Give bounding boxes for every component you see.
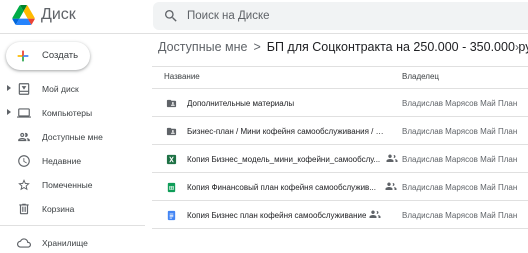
sidebar-item-storage[interactable]: Хранилище (0, 233, 145, 253)
plus-icon (17, 50, 29, 62)
sidebar-item-label: Хранилище (42, 238, 88, 248)
main-divider (152, 66, 528, 67)
expand-arrow-icon[interactable] (7, 109, 11, 115)
shared-people-icon (386, 154, 398, 162)
search-icon[interactable] (163, 8, 179, 24)
breadcrumb: Доступные мне > БП для Соцконтракта на 250… (158, 40, 528, 58)
table-row[interactable]: Копия Финансовый план кофейня самообслуж… (152, 173, 528, 201)
sidebar-item-shared-with-me[interactable]: Доступные мне (0, 127, 145, 147)
shared-with-me-icon (18, 132, 30, 142)
breadcrumb-root[interactable]: Доступные мне (158, 40, 247, 54)
file-owner: Владислав Марясов Май План (402, 155, 518, 164)
file-owner: Владислав Марясов Май План (402, 211, 518, 220)
sidebar-item-computers[interactable]: Компьютеры (0, 103, 145, 123)
clock-icon (18, 155, 30, 167)
trash-icon (19, 203, 29, 215)
file-name: Копия Бизнес план кофейня самообслуживан… (187, 211, 367, 220)
file-owner: Владислав Марясов Май План (402, 99, 518, 108)
table-row[interactable]: Бизнес-план / Мини кофейня самообслужива… (152, 117, 528, 145)
cloud-icon (17, 238, 31, 248)
google-docs-icon (167, 210, 176, 221)
shared-folder-icon (166, 127, 177, 136)
breadcrumb-separator: > (253, 40, 261, 54)
sidebar-item-recent[interactable]: Недавние (0, 151, 145, 171)
sidebar-item-starred[interactable]: Помеченные (0, 175, 145, 195)
file-name: Бизнес-план / Мини кофейня самообслужива… (187, 127, 387, 136)
create-button[interactable]: Создать (6, 42, 90, 70)
column-header-owner: Владелец (402, 72, 440, 81)
google-sheets-icon (167, 182, 176, 193)
star-icon (18, 179, 30, 191)
sidebar-item-label: Недавние (42, 156, 82, 166)
search-bar[interactable] (153, 2, 528, 30)
shared-people-icon (385, 182, 397, 190)
header-divider (0, 33, 528, 34)
sidebar-item-label: Помеченные (42, 180, 93, 190)
table-row[interactable]: Копия Бизнес план кофейня самообслуживан… (152, 201, 528, 229)
sidebar-item-label: Корзина (42, 204, 75, 214)
my-drive-icon (18, 83, 30, 95)
header: Диск (0, 0, 528, 32)
file-name: Копия Бизнес_модель_мини_кофейни_самообс… (187, 155, 381, 164)
sidebar-divider (0, 225, 145, 226)
sidebar-item-label: Компьютеры (42, 108, 93, 118)
table-row[interactable]: Дополнительные материалы Владислав Маряс… (152, 89, 528, 117)
shared-people-icon (369, 210, 381, 218)
breadcrumb-chevron-icon[interactable]: › (515, 40, 519, 54)
expand-arrow-icon[interactable] (7, 85, 11, 91)
google-drive-logo-icon[interactable] (12, 5, 35, 25)
search-input[interactable] (187, 2, 487, 30)
app-title: Диск (41, 6, 76, 23)
sidebar-item-label: Мой диск (42, 84, 79, 94)
computers-icon (17, 108, 31, 118)
sidebar-item-trash[interactable]: Корзина (0, 199, 145, 219)
sidebar-item-my-drive[interactable]: Мой диск (0, 79, 145, 99)
column-header-name[interactable]: Название (164, 72, 200, 81)
row-divider (152, 228, 528, 229)
breadcrumb-current[interactable]: БП для Соцконтракта на 250.000 - 350.000… (267, 40, 528, 54)
file-name: Дополнительные материалы (187, 99, 295, 108)
sidebar-item-label: Доступные мне (42, 132, 103, 142)
file-name: Копия Финансовый план кофейня самообслуж… (187, 183, 376, 192)
file-owner: Владислав Марясов Май План (402, 183, 518, 192)
create-button-label: Создать (42, 50, 79, 61)
shared-folder-icon (166, 99, 177, 108)
table-row[interactable]: Копия Бизнес_модель_мини_кофейни_самообс… (152, 145, 528, 173)
file-owner: Владислав Марясов Май План (402, 127, 518, 136)
excel-file-icon (166, 154, 177, 165)
